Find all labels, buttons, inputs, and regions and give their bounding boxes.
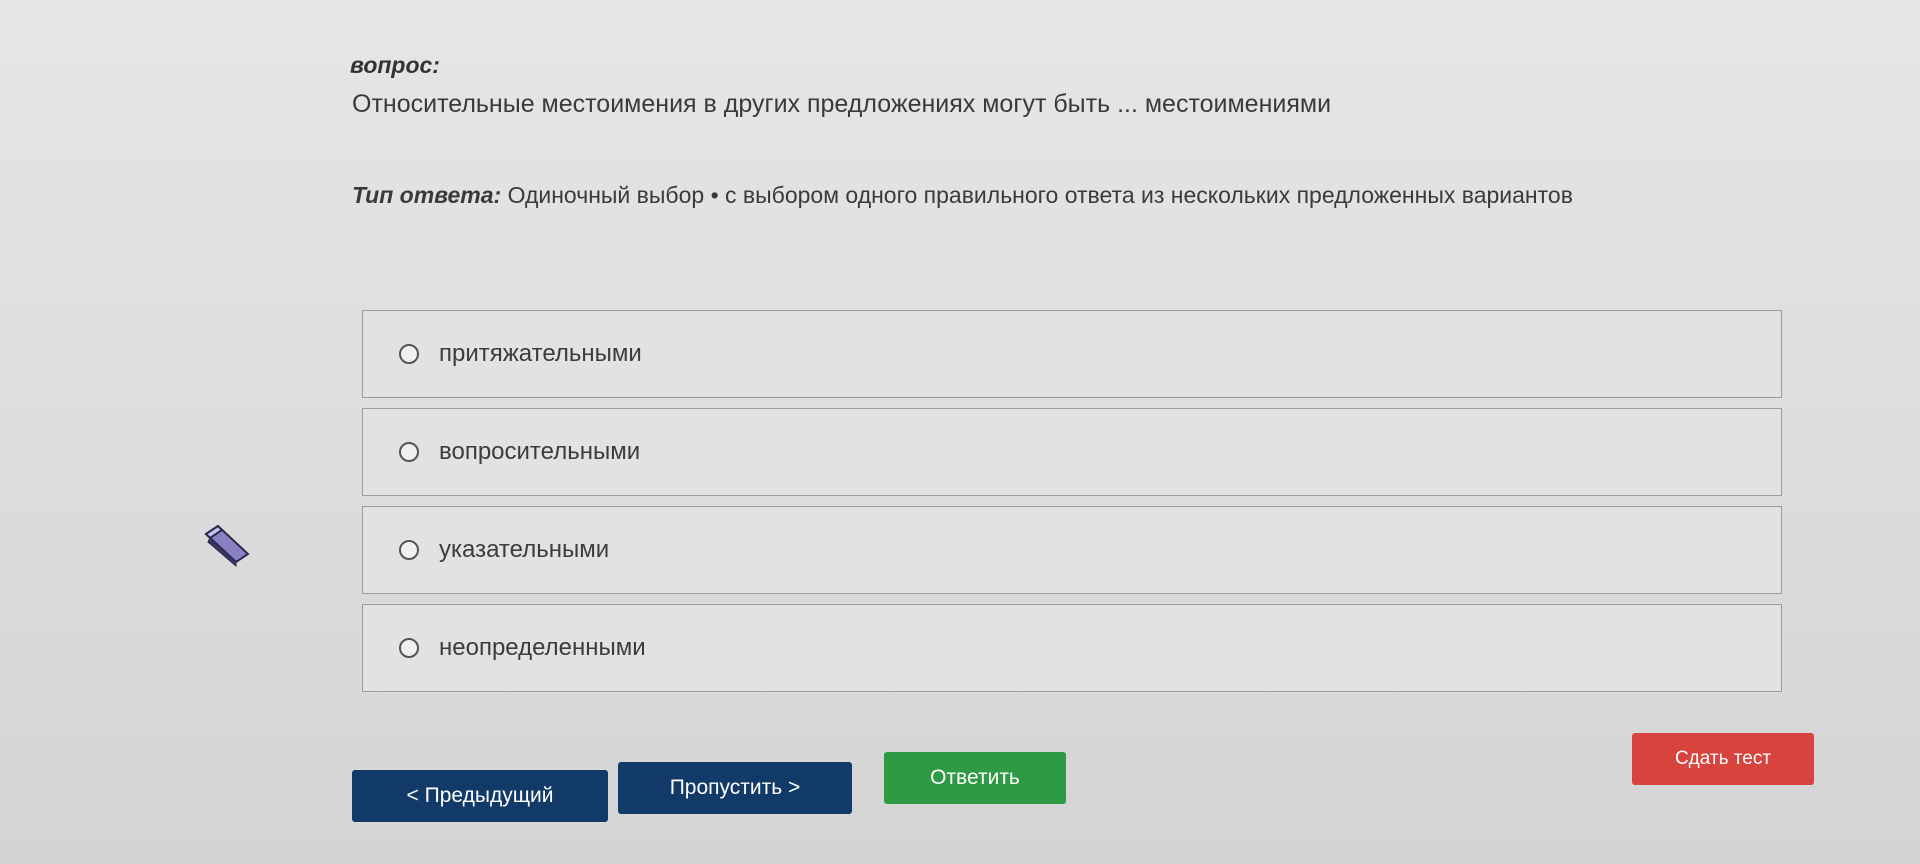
option-item[interactable]: неопределенными: [362, 604, 1782, 692]
option-label: притяжательными: [439, 340, 642, 367]
radio-button-icon[interactable]: [399, 638, 419, 658]
answer-type-value: Одиночный выбор • с выбором одного прави…: [507, 182, 1573, 208]
option-label: указательными: [439, 536, 610, 563]
answer-type: Тип ответа: Одиночный выбор • с выбором …: [352, 182, 1573, 209]
option-item[interactable]: указательными: [362, 506, 1782, 594]
answer-type-key: Тип ответа:: [352, 182, 502, 208]
radio-button-icon[interactable]: [399, 442, 419, 462]
eraser-cursor-icon: [204, 524, 250, 568]
skip-button[interactable]: Пропустить >: [618, 762, 852, 814]
answer-button[interactable]: Ответить: [884, 752, 1066, 804]
option-label: вопросительными: [439, 438, 641, 465]
question-label: вопрос:: [350, 52, 440, 78]
radio-button-icon[interactable]: [399, 540, 419, 560]
option-label: неопределенными: [439, 634, 646, 661]
question-text: Относительные местоимения в других предл…: [352, 90, 1332, 118]
previous-button[interactable]: < Предыдущий: [352, 770, 608, 822]
answer-options: притяжательными вопросительными указател…: [362, 310, 1782, 702]
submit-test-button[interactable]: Сдать тест: [1632, 733, 1814, 785]
option-item[interactable]: притяжательными: [362, 310, 1782, 398]
radio-button-icon[interactable]: [399, 344, 419, 364]
option-item[interactable]: вопросительными: [362, 408, 1782, 496]
